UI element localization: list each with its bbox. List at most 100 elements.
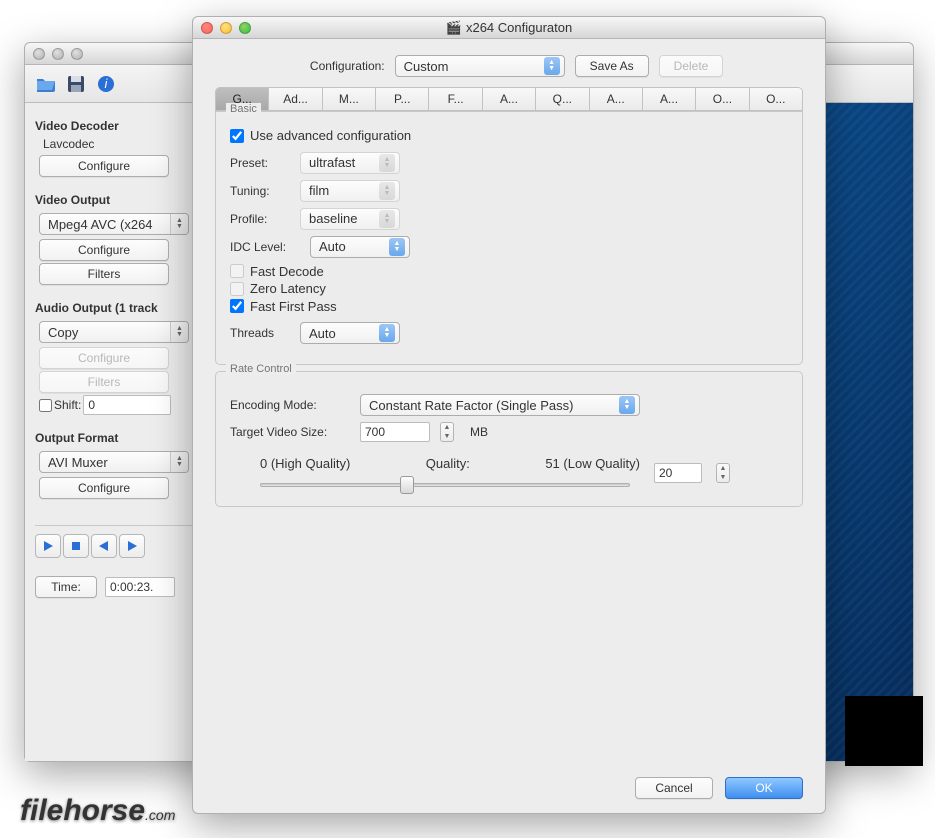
dialog-title: 🎬x264 Configuraton: [193, 20, 825, 36]
close-icon[interactable]: [33, 48, 45, 60]
quality-mid-label: Quality:: [426, 456, 470, 471]
ok-button[interactable]: OK: [725, 777, 803, 799]
play-button[interactable]: [35, 534, 61, 558]
preset-label: Preset:: [230, 156, 290, 170]
fast-decode-label: Fast Decode: [250, 264, 324, 279]
use-advanced-checkbox[interactable]: Use advanced configuration: [230, 128, 411, 143]
prev-button[interactable]: [91, 534, 117, 558]
close-icon[interactable]: [201, 22, 213, 34]
fast-decode-checkbox: Fast Decode: [230, 264, 324, 279]
threads-label: Threads: [230, 326, 290, 340]
encoding-mode-select[interactable]: Constant Rate Factor (Single Pass)▲▼: [360, 394, 640, 416]
clapperboard-icon: 🎬: [446, 20, 462, 36]
delete-button: Delete: [659, 55, 724, 77]
tab-6[interactable]: Q...: [536, 88, 589, 110]
cancel-button[interactable]: Cancel: [635, 777, 713, 799]
minimize-icon[interactable]: [220, 22, 232, 34]
output-format-configure-button[interactable]: Configure: [39, 477, 169, 499]
target-unit: MB: [470, 425, 488, 439]
idc-label: IDC Level:: [230, 240, 300, 254]
time-button[interactable]: Time:: [35, 576, 97, 598]
idc-select[interactable]: Auto▲▼: [310, 236, 410, 258]
preview-overlay-black: [845, 696, 923, 766]
info-icon[interactable]: i: [95, 73, 117, 95]
zoom-icon[interactable]: [71, 48, 83, 60]
watermark: filehorse.com: [20, 794, 175, 828]
zero-latency-label: Zero Latency: [250, 281, 326, 296]
tab-1[interactable]: Ad...: [269, 88, 322, 110]
quality-slider[interactable]: [260, 483, 630, 487]
basic-group: Basic Use advanced configuration Preset:…: [215, 111, 803, 365]
fast-first-pass-checkbox[interactable]: Fast First Pass: [230, 299, 337, 314]
tuning-select: film▲▼: [300, 180, 400, 202]
basic-legend: Basic: [226, 103, 261, 115]
video-decoder-configure-button[interactable]: Configure: [39, 155, 169, 177]
tab-10[interactable]: O...: [750, 88, 802, 110]
zero-latency-checkbox: Zero Latency: [230, 281, 326, 296]
target-size-label: Target Video Size:: [230, 425, 350, 439]
threads-value: Auto: [309, 326, 336, 341]
video-output-heading: Video Output: [35, 193, 193, 207]
quality-low-label: 0 (High Quality): [260, 456, 350, 471]
preset-select: ultrafast▲▼: [300, 152, 400, 174]
video-decoder-codec: Lavcodec: [43, 137, 193, 151]
next-button[interactable]: [119, 534, 145, 558]
audio-output-configure-button[interactable]: Configure: [39, 347, 169, 369]
output-format-value: AVI Muxer: [48, 455, 108, 470]
output-format-heading: Output Format: [35, 431, 193, 445]
target-size-input[interactable]: [360, 422, 430, 442]
idc-value: Auto: [319, 239, 346, 254]
time-input[interactable]: [105, 577, 175, 597]
tab-4[interactable]: F...: [429, 88, 482, 110]
profile-label: Profile:: [230, 212, 290, 226]
tuning-value: film: [309, 183, 329, 198]
encoding-mode-label: Encoding Mode:: [230, 398, 350, 412]
audio-output-codec-value: Copy: [48, 325, 78, 340]
fast-first-pass-label: Fast First Pass: [250, 299, 337, 314]
save-as-button[interactable]: Save As: [575, 55, 649, 77]
zoom-icon[interactable]: [239, 22, 251, 34]
rate-legend: Rate Control: [226, 363, 296, 375]
audio-output-filters-button[interactable]: Filters: [39, 371, 169, 393]
config-tabs: G...Ad...M...P...F...A...Q...A...A...O..…: [215, 87, 803, 111]
quality-stepper[interactable]: ▲▼: [716, 463, 730, 483]
rate-control-group: Rate Control Encoding Mode:Constant Rate…: [215, 371, 803, 507]
tab-5[interactable]: A...: [483, 88, 536, 110]
output-format-select[interactable]: AVI Muxer▲▼: [39, 451, 189, 473]
audio-output-heading: Audio Output (1 track: [35, 301, 193, 315]
profile-value: baseline: [309, 211, 357, 226]
minimize-icon[interactable]: [52, 48, 64, 60]
configuration-label: Configuration:: [295, 59, 385, 73]
shift-label: Shift:: [54, 398, 81, 412]
stop-button[interactable]: [63, 534, 89, 558]
open-folder-icon[interactable]: [35, 73, 57, 95]
sidebar: Video Decoder Lavcodec Configure Video O…: [25, 103, 200, 761]
tab-8[interactable]: A...: [643, 88, 696, 110]
audio-output-codec-select[interactable]: Copy▲▼: [39, 321, 189, 343]
playback-controls: [35, 534, 193, 558]
tab-7[interactable]: A...: [590, 88, 643, 110]
tab-2[interactable]: M...: [323, 88, 376, 110]
quality-value-input[interactable]: [654, 463, 702, 483]
tuning-label: Tuning:: [230, 184, 290, 198]
video-output-filters-button[interactable]: Filters: [39, 263, 169, 285]
shift-input[interactable]: [83, 395, 171, 415]
x264-config-dialog: 🎬x264 Configuraton Configuration: Custom…: [192, 16, 826, 814]
tab-9[interactable]: O...: [696, 88, 749, 110]
video-output-configure-button[interactable]: Configure: [39, 239, 169, 261]
video-output-codec-value: Mpeg4 AVC (x264: [48, 217, 153, 232]
configuration-select[interactable]: Custom▲▼: [395, 55, 565, 77]
traffic-lights: [33, 48, 83, 60]
save-disk-icon[interactable]: [65, 73, 87, 95]
tab-3[interactable]: P...: [376, 88, 429, 110]
preset-value: ultrafast: [309, 155, 355, 170]
target-size-stepper[interactable]: ▲▼: [440, 422, 454, 442]
shift-checkbox[interactable]: [39, 399, 52, 412]
configuration-value: Custom: [404, 59, 449, 74]
video-decoder-heading: Video Decoder: [35, 119, 193, 133]
threads-select[interactable]: Auto▲▼: [300, 322, 400, 344]
dialog-titlebar[interactable]: 🎬x264 Configuraton: [193, 17, 825, 39]
encoding-mode-value: Constant Rate Factor (Single Pass): [369, 398, 573, 413]
use-advanced-label: Use advanced configuration: [250, 128, 411, 143]
video-output-codec-select[interactable]: Mpeg4 AVC (x264▲▼: [39, 213, 189, 235]
